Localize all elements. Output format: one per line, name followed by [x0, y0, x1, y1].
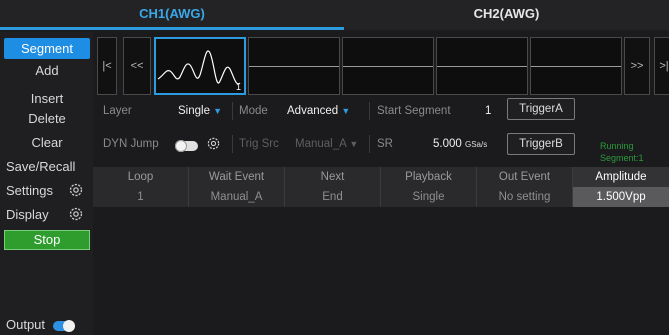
trigger-a-button[interactable]: TriggerA: [507, 98, 575, 120]
dyn-jump-toggle[interactable]: [175, 140, 198, 152]
sr-unit: GSa/s: [464, 140, 488, 149]
running-status: Running Segment:1: [600, 140, 644, 164]
prev-page-button[interactable]: <<: [123, 37, 151, 95]
cell-out-event[interactable]: No setting: [477, 187, 573, 207]
sr-label: SR: [377, 138, 393, 150]
sidebar-item-display[interactable]: Display: [4, 204, 90, 225]
layer-label: Layer: [103, 105, 132, 117]
cell-loop[interactable]: 1: [93, 187, 189, 207]
sidebar-item-label: Settings: [6, 183, 53, 198]
sidebar-item-delete[interactable]: Delete: [4, 108, 90, 129]
running-label: Running: [600, 141, 634, 151]
sidebar-item-insert[interactable]: Insert: [4, 88, 90, 109]
segment-thumbnail[interactable]: [342, 37, 434, 95]
segment-index: 1: [235, 82, 241, 92]
cell-wait-event[interactable]: Manual_A: [189, 187, 285, 207]
next-page-button[interactable]: >>: [624, 37, 650, 95]
segment-thumbnail[interactable]: [248, 37, 340, 95]
tab-ch2[interactable]: CH2(AWG): [344, 0, 669, 30]
header-amplitude: Amplitude: [573, 167, 669, 187]
dyn-jump-label: DYN Jump: [103, 138, 159, 150]
cell-next[interactable]: End: [285, 187, 381, 207]
cell-playback[interactable]: Single: [381, 187, 477, 207]
gear-icon: [69, 207, 83, 221]
sidebar-item-label: Display: [6, 207, 49, 222]
trigger-b-button[interactable]: TriggerB: [507, 133, 575, 155]
cell-amplitude[interactable]: 1.500Vpp: [573, 187, 669, 207]
segment-thumbnail[interactable]: [530, 37, 622, 95]
sr-number: 5.000: [433, 138, 462, 150]
header-loop: Loop: [93, 167, 189, 187]
output-label: Output: [6, 317, 46, 332]
channel-tabs: CH1(AWG) CH2(AWG): [0, 0, 669, 30]
mode-select[interactable]: Advanced ▼: [287, 105, 350, 117]
table-header: Loop Wait Event Next Playback Out Event …: [93, 167, 669, 187]
gear-icon: [69, 183, 83, 197]
layer-value: Single: [178, 105, 210, 117]
sidebar-item-save-recall[interactable]: Save/Recall: [4, 156, 90, 177]
running-segment: Segment:1: [600, 153, 644, 163]
header-wait-event: Wait Event: [189, 167, 285, 187]
chevron-down-icon: ▼: [349, 139, 359, 149]
chevron-down-icon: ▼: [341, 106, 351, 116]
chevron-down-icon: ▼: [213, 106, 223, 116]
output-toggle[interactable]: Output: [6, 317, 75, 332]
sidebar-item-clear[interactable]: Clear: [4, 132, 90, 153]
layer-select[interactable]: Single ▼: [178, 105, 222, 117]
waveform-preview: [157, 50, 241, 85]
header-out-event: Out Event: [477, 167, 573, 187]
sidebar-item-segment[interactable]: Segment: [4, 38, 90, 59]
sidebar-item-add[interactable]: Add: [4, 60, 90, 81]
trig-src-value: Manual_A: [295, 138, 347, 150]
header-next: Next: [285, 167, 381, 187]
stop-button[interactable]: Stop: [4, 230, 90, 250]
sr-value[interactable]: 5.000 GSa/s: [433, 138, 487, 150]
start-segment-label: Start Segment: [377, 105, 451, 117]
first-segment-button[interactable]: |<: [97, 37, 117, 95]
table-row[interactable]: 1 Manual_A End Single No setting 1.500Vp…: [93, 187, 669, 207]
last-segment-button[interactable]: >|: [654, 37, 669, 95]
tab-ch1[interactable]: CH1(AWG): [0, 0, 344, 30]
segment-thumbnail[interactable]: [436, 37, 528, 95]
start-segment-value[interactable]: 1: [485, 105, 491, 117]
sidebar: Segment Add Insert Delete Clear Save/Rec…: [0, 32, 93, 335]
segment-thumbnail-selected[interactable]: 1: [154, 37, 246, 95]
trig-src-select: Manual_A ▼: [295, 138, 358, 150]
header-playback: Playback: [381, 167, 477, 187]
mode-label: Mode: [239, 105, 268, 117]
trig-src-label: Trig Src: [239, 138, 279, 150]
output-switch[interactable]: [52, 319, 75, 332]
mode-value: Advanced: [287, 105, 339, 117]
gear-icon[interactable]: [206, 136, 221, 151]
sidebar-item-settings[interactable]: Settings: [4, 180, 90, 201]
